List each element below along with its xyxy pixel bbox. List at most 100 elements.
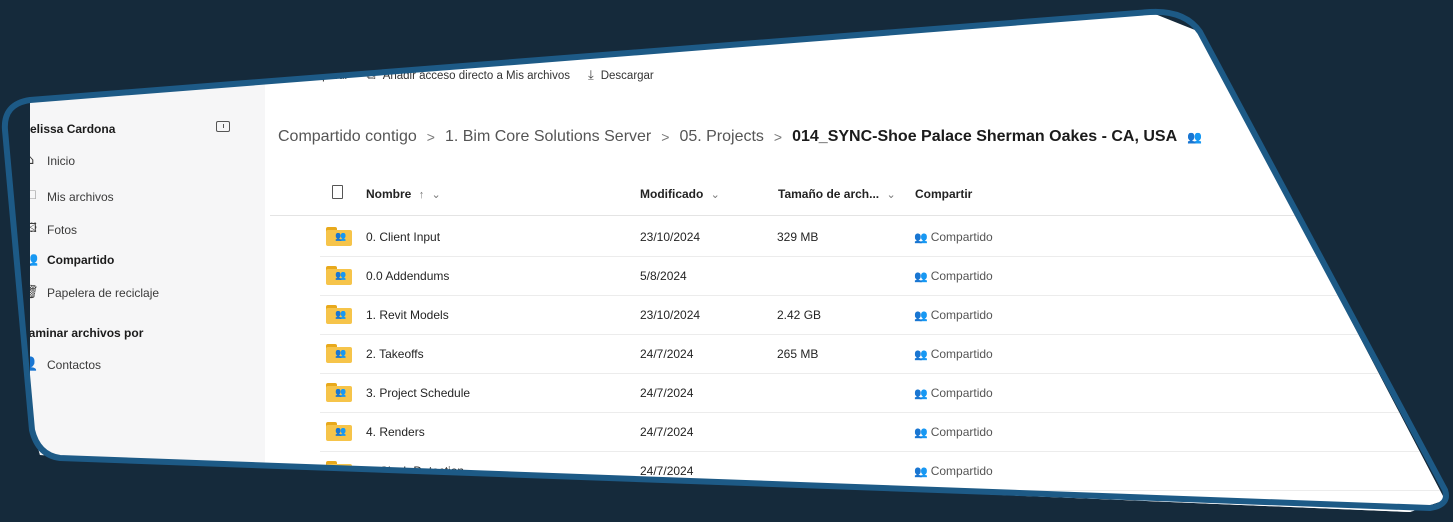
- table-row[interactable]: 👥 1. Revit Models 23/10/2024 2.42 GB 👥 Compar…: [320, 296, 1445, 335]
- shared-people-icon: 👥: [914, 464, 928, 478]
- file-size: 2.42 GB: [777, 308, 822, 322]
- breadcrumb-item[interactable]: 1. Bim Core Solutions Server: [445, 128, 651, 146]
- shortcut-icon: ⧉: [366, 68, 376, 83]
- modified-date: 24/7/2024: [640, 425, 694, 439]
- sidebar-item-label: Contactos: [47, 357, 102, 372]
- add-shortcut-label: Añadir acceso directo a Mis archivos: [382, 69, 570, 82]
- modified-date: 5/8/2024: [640, 269, 687, 283]
- column-header-name-label: Nombre: [366, 187, 412, 201]
- chevron-down-icon: ⌄: [710, 189, 720, 201]
- column-header-name[interactable]: Nombre ↑ ⌄: [366, 187, 441, 201]
- column-header-sharing[interactable]: Compartir: [915, 187, 972, 201]
- shared-folder-icon: 👥: [326, 422, 352, 441]
- sharing-status: 👥 Compartido: [914, 425, 993, 439]
- file-list-header: Nombre ↑ ⌄ Modificado ⌄ Tamaño de arch..…: [270, 173, 1445, 216]
- shared-folder-icon: 👥: [326, 227, 352, 246]
- table-row[interactable]: 👥 3. Project Schedule 24/7/2024 👥 Compartido: [320, 374, 1445, 413]
- sidebar-item-papelera[interactable]: 🗑 Papelera de reciclaje: [22, 285, 160, 300]
- breadcrumb-separator: >: [773, 129, 783, 145]
- home-icon: ⌂: [25, 153, 35, 168]
- sharing-status: 👥 Compartido: [914, 386, 993, 400]
- sort-ascending-icon: ↑: [418, 189, 425, 201]
- user-name: Melissa Cardona: [20, 122, 116, 136]
- column-header-sharing-label: Compartir: [915, 187, 973, 201]
- add-shortcut-button[interactable]: ⧉ Añadir acceso directo a Mis archivos: [366, 68, 570, 83]
- share-label: Compartir: [297, 69, 349, 82]
- column-header-modified-label: Modificado: [640, 187, 704, 201]
- file-name[interactable]: 4. Renders: [366, 425, 425, 439]
- file-name[interactable]: 0.0 Addendums: [366, 269, 449, 283]
- breadcrumb-item[interactable]: 05. Projects: [679, 128, 763, 146]
- shared-people-icon: 👥: [914, 308, 928, 322]
- sharing-status: 👥 Compartido: [914, 269, 993, 283]
- modified-date: 24/7/2024: [640, 464, 694, 478]
- column-header-modified[interactable]: Modificado ⌄: [640, 187, 720, 201]
- sharing-label: Compartido: [930, 347, 993, 361]
- sidebar: Melissa Cardona ⌂ Inicio 🗀 Mis archivos …: [20, 12, 265, 512]
- sharing-status: 👥 Compartido: [914, 230, 993, 244]
- chevron-down-icon: ⌄: [886, 189, 896, 201]
- person-icon: 👤: [22, 357, 39, 372]
- column-header-size[interactable]: Tamaño de arch... ⌄: [778, 187, 896, 201]
- folder-icon: 🗀: [23, 188, 37, 203]
- modified-date: 24/7/2024: [640, 347, 694, 361]
- sharing-status: 👥 Compartido: [914, 347, 993, 361]
- file-name[interactable]: 1. Revit Models: [366, 308, 449, 322]
- file-name[interactable]: 0. Client Input: [366, 230, 440, 244]
- shared-people-icon: 👥: [914, 230, 928, 244]
- shared-folder-icon: 👥: [326, 305, 352, 324]
- sidebar-item-label: Compartido: [47, 252, 115, 267]
- sidebar-item-label: Papelera de reciclaje: [47, 285, 160, 300]
- sidebar-item-compartido[interactable]: 👥 Compartido: [22, 252, 115, 267]
- shared-folder-icon: 👥: [326, 383, 352, 402]
- table-row[interactable]: 👥 5. Clash Detection 24/7/2024 👥 Compartido: [320, 452, 1445, 491]
- breadcrumb: Compartido contigo > 1. Bim Core Solutio…: [278, 128, 1202, 146]
- shared-folder-icon: 👥: [326, 266, 352, 285]
- share-icon: ⇱: [280, 68, 291, 83]
- sidebar-item-contactos[interactable]: 👤 Contactos: [22, 357, 102, 372]
- sharing-label: Compartido: [930, 386, 993, 400]
- sharing-label: Compartido: [930, 308, 993, 322]
- sidebar-item-mis-archivos[interactable]: 🗀 Mis archivos: [23, 186, 114, 208]
- file-name[interactable]: 3. Project Schedule: [366, 386, 470, 400]
- column-header-size-label: Tamaño de arch...: [778, 187, 880, 201]
- shared-folder-icon: 👥: [326, 461, 352, 480]
- download-icon: ⤓: [587, 68, 594, 83]
- browse-section-title: xaminar archivos por: [22, 326, 144, 340]
- sidebar-item-label: Mis archivos: [47, 190, 114, 204]
- sharing-label: Compartido: [930, 269, 993, 283]
- trash-icon: 🗑: [22, 285, 39, 300]
- shared-people-icon: 👥: [914, 386, 928, 400]
- file-type-icon: [332, 185, 343, 199]
- sidebar-item-label: Inicio: [47, 153, 76, 168]
- shared-people-icon: 👥: [914, 425, 928, 439]
- screenshot-card: Melissa Cardona ⌂ Inicio 🗀 Mis archivos …: [20, 12, 1445, 512]
- breadcrumb-item[interactable]: Compartido contigo: [278, 128, 417, 146]
- download-label: Descargar: [600, 69, 654, 82]
- people-icon: 👥: [22, 252, 39, 267]
- share-button[interactable]: ⇱ Compartir: [280, 68, 348, 83]
- table-row[interactable]: 👥 2. Takeoffs 24/7/2024 265 MB 👥 Compartido: [320, 335, 1445, 374]
- command-bar: ⇱ Compartir ⧉ Añadir acceso directo a Mi…: [280, 68, 654, 83]
- table-row[interactable]: 👥 0.0 Addendums 5/8/2024 👥 Compartido: [320, 257, 1445, 296]
- sidebar-item-label: Fotos: [47, 223, 78, 237]
- sidebar-item-inicio[interactable]: ⌂ Inicio: [25, 153, 76, 168]
- sharing-status: 👥 Compartido: [914, 308, 993, 322]
- sharing-label: Compartido: [930, 230, 993, 244]
- download-button[interactable]: ⤓ Descargar: [588, 68, 654, 83]
- collapse-sidebar-icon[interactable]: [216, 121, 230, 132]
- sharing-label: Compartido: [930, 425, 993, 439]
- table-row[interactable]: 👥 4. Renders 24/7/2024 👥 Compartido: [320, 413, 1445, 452]
- sidebar-item-fotos[interactable]: 🖾 Fotos: [22, 219, 78, 241]
- modified-date: 23/10/2024: [640, 308, 701, 322]
- file-name[interactable]: 2. Takeoffs: [366, 347, 424, 361]
- image-icon: 🖾: [22, 221, 38, 236]
- shared-people-icon: 👥: [914, 347, 928, 361]
- shared-people-icon: 👥: [1187, 130, 1203, 144]
- table-row[interactable]: 👥 0. Client Input 23/10/2024 329 MB 👥 Compart…: [320, 218, 1445, 257]
- sharing-status: 👥 Compartido: [914, 464, 993, 478]
- modified-date: 23/10/2024: [640, 230, 701, 244]
- file-name[interactable]: 5. Clash Detection: [366, 464, 464, 478]
- sharing-label: Compartido: [930, 464, 993, 478]
- breadcrumb-separator: >: [426, 129, 435, 145]
